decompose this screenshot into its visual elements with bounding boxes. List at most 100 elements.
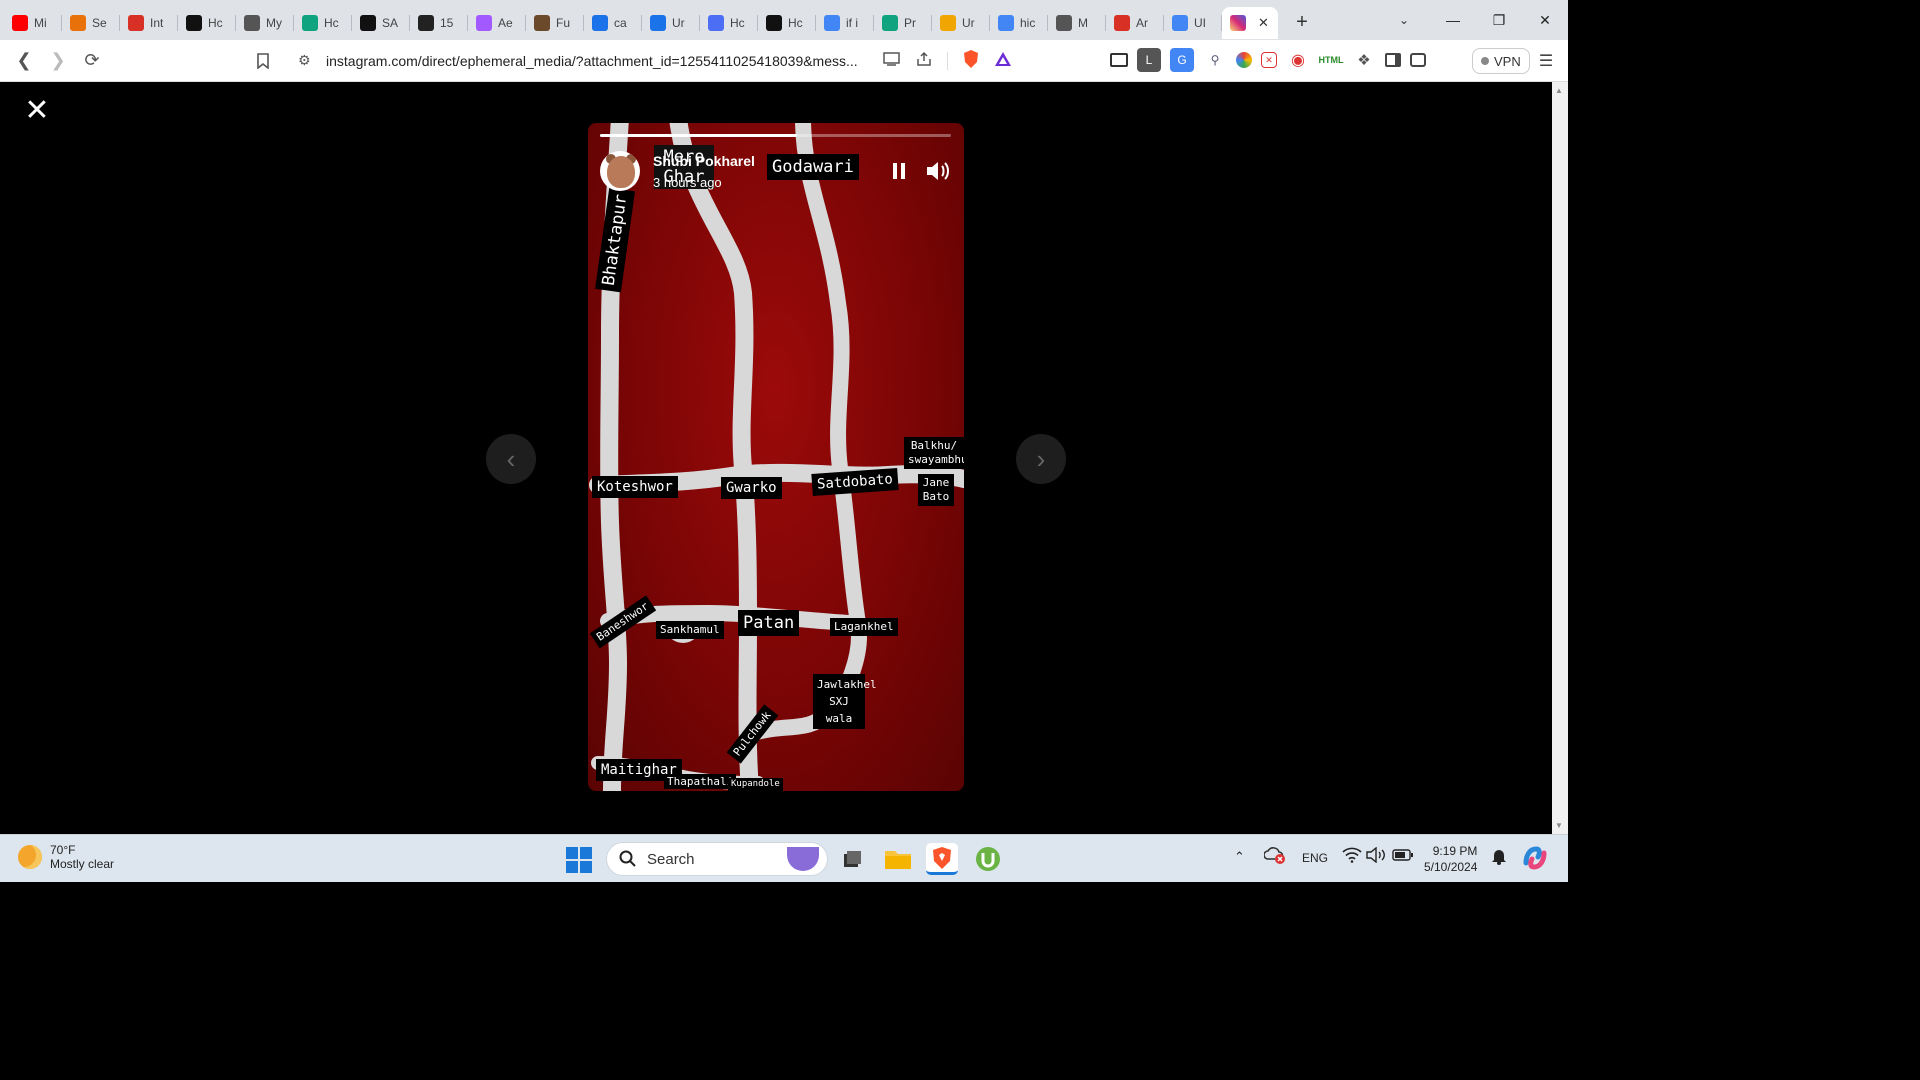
browser-tab[interactable]: My [236,7,294,39]
l-extension-icon[interactable]: L [1137,48,1161,72]
browser-tab[interactable]: hic [990,7,1048,39]
forward-button[interactable]: ❯ [41,44,75,78]
volume-icon[interactable] [1366,846,1386,866]
close-tab-icon[interactable]: ✕ [1258,15,1269,31]
wallet-icon[interactable] [1410,53,1426,67]
tab-title: M [1078,16,1088,30]
google-icon [824,15,840,31]
new-tab-button[interactable]: + [1286,6,1318,38]
story-username[interactable]: Shubi Pokharel [653,153,755,169]
picture-in-picture-icon[interactable] [1110,53,1128,67]
tab-title: SA [382,16,399,30]
weather-widget[interactable]: 70°F Mostly clear [18,843,114,871]
scroll-up-icon[interactable]: ▲ [1555,86,1563,95]
tab-title: Hc [208,16,223,30]
url-text[interactable]: instagram.com/direct/ephemeral_media/?at… [326,53,868,69]
story-media[interactable]: Mero Ghar Godawari Bhaktapur Shubi Pokha… [588,123,964,791]
browser-tab[interactable]: M [1048,7,1106,39]
record-icon[interactable]: ◉ [1286,48,1310,72]
battery-icon[interactable] [1392,848,1414,865]
google-icon [1172,15,1188,31]
browser-tab[interactable]: Hc [700,7,758,39]
minimize-icon[interactable]: — [1430,0,1476,40]
restore-icon[interactable]: ❐ [1476,0,1522,40]
browser-tab[interactable]: ca [584,7,642,39]
story-progress-fill [600,134,797,137]
reload-button[interactable]: ⟳ [75,44,109,78]
copilot-icon[interactable] [1522,845,1548,874]
browser-tab[interactable]: 15 [410,7,468,39]
previous-story-button[interactable]: ‹ [486,434,536,484]
pause-icon[interactable] [889,161,909,181]
brave-shield-icon[interactable] [962,49,980,72]
browser-tab[interactable]: SA [352,7,410,39]
language-indicator[interactable]: ENG [1302,851,1328,865]
tab-title: Hc [324,16,339,30]
site-settings-icon[interactable]: ⚙ [298,52,311,69]
browser-tab[interactable]: Fu [526,7,584,39]
browser-tab[interactable]: UI [1164,7,1222,39]
browser-tab[interactable]: Se [62,7,120,39]
wifi-icon[interactable] [1342,847,1362,866]
browser-tab[interactable]: Hc [178,7,236,39]
tab-search-icon[interactable]: ⌄ [1392,8,1416,32]
bookmark-icon[interactable] [246,44,280,78]
browser-tab[interactable]: Ae [468,7,526,39]
browser-tab[interactable]: Pr [874,7,932,39]
vpn-button[interactable]: VPN [1472,48,1530,74]
file-explorer-icon[interactable] [882,843,914,875]
translate-icon[interactable]: G [1170,48,1194,72]
key-icon[interactable]: ⚲ [1203,48,1227,72]
utorrent-icon[interactable] [972,843,1004,875]
c-icon [592,15,608,31]
label-jane-bato: Jane Bato [918,474,954,506]
brave-rewards-icon[interactable] [994,51,1012,70]
globe-icon [244,15,260,31]
browser-tab[interactable]: ✕ [1222,7,1278,39]
windows-start-icon[interactable] [566,847,592,873]
back-button[interactable]: ❮ [7,44,41,78]
instagram-icon [1230,15,1246,31]
tab-title: Ur [962,16,975,30]
browser-tab[interactable]: Ur [642,7,700,39]
chatgpt-icon [302,15,318,31]
browser-tab[interactable]: Mi [4,7,62,39]
code-icon [418,15,434,31]
label-sankhamul: Sankhamul [656,621,724,639]
tab-title: Pr [904,16,916,30]
scroll-down-icon[interactable]: ▼ [1555,821,1563,830]
browser-tab[interactable]: Hc [294,7,352,39]
extensions-puzzle-icon[interactable]: ❖ [1352,48,1376,72]
avatar-icon [534,15,550,31]
vpn-status-icon [1481,57,1489,65]
tab-title: Fu [556,16,571,30]
tab-title: hic [1020,16,1036,30]
show-hidden-icons[interactable]: ⌃ [1234,849,1245,865]
system-clock[interactable]: 9:19 PM 5/10/2024 [1424,843,1477,875]
browser-tab[interactable]: Hc [758,7,816,39]
browser-tab[interactable]: Ur [932,7,990,39]
task-view-icon[interactable] [836,843,868,875]
html-extension-icon[interactable]: HTML [1319,48,1344,72]
avatar[interactable] [600,151,640,191]
sound-icon[interactable] [925,159,953,183]
brave-browser-icon[interactable] [926,843,958,875]
pdf-icon[interactable]: ✕ [1261,52,1277,68]
color-picker-icon[interactable] [1236,52,1252,68]
close-window-icon[interactable]: ✕ [1522,0,1568,40]
share-icon[interactable] [915,51,933,70]
next-story-button[interactable]: › [1016,434,1066,484]
sidebar-icon[interactable] [1385,53,1401,67]
browser-tab[interactable]: if i [816,7,874,39]
taskbar-search[interactable]: Search [606,842,828,876]
address-bar[interactable]: ⚙ instagram.com/direct/ephemeral_media/?… [288,45,1018,77]
close-story-button[interactable]: ✕ [22,96,52,126]
onedrive-error-icon[interactable] [1263,845,1286,868]
cast-icon[interactable] [883,51,901,70]
label-jawlakhel: Jawlakhel SXJ wala [813,674,877,729]
menu-icon[interactable]: ☰ [1534,48,1558,74]
page-scrollbar[interactable]: ▲ ▼ [1552,82,1568,834]
notification-bell-icon[interactable] [1491,847,1507,868]
browser-tab[interactable]: Int [120,7,178,39]
browser-tab[interactable]: Ar [1106,7,1164,39]
